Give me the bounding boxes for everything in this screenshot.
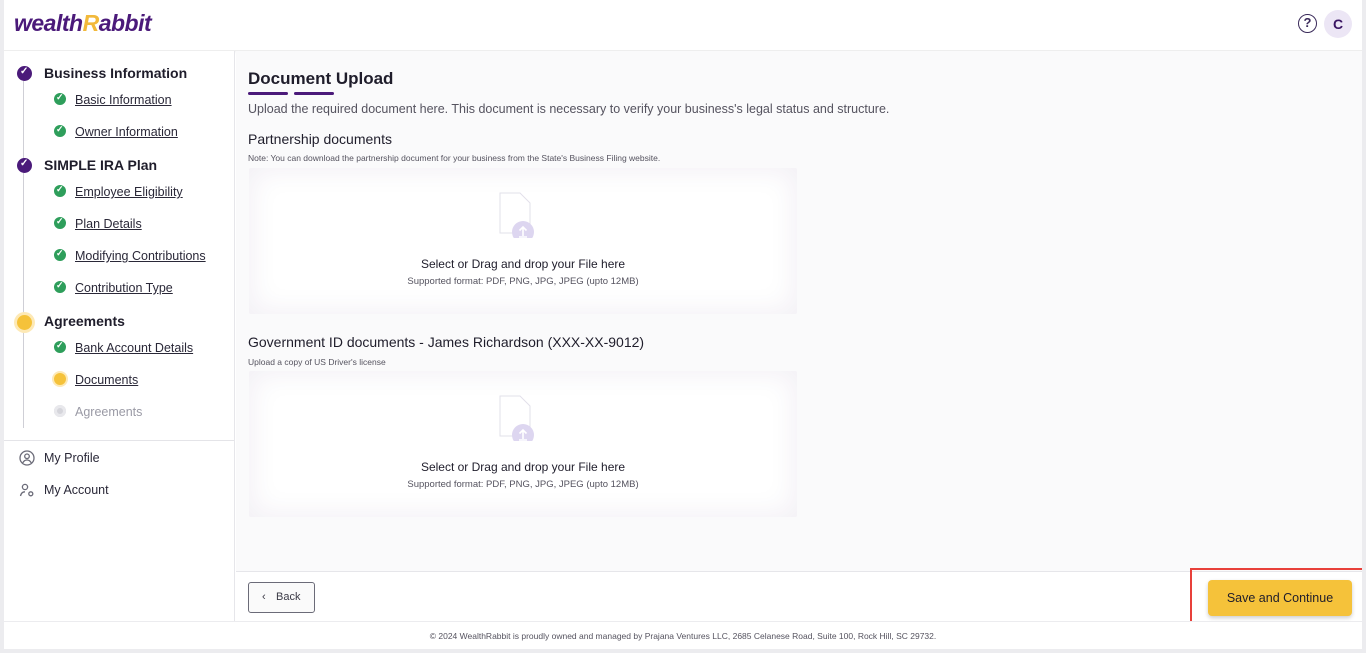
user-circle-icon: [19, 450, 35, 466]
section-done-icon: [17, 158, 32, 173]
dropzone-label: Select or Drag and drop your File here: [420, 460, 626, 474]
document-note: Note: You can download the partnership d…: [248, 153, 661, 163]
page-title: Document Upload: [248, 69, 394, 88]
step-done-icon: [54, 340, 66, 353]
chevron-left-icon: ‹: [262, 591, 266, 603]
sidebar-item-employee-eligibility[interactable]: Employee Eligibility: [75, 185, 183, 199]
file-dropzone[interactable]: Select or Drag and drop your File here S…: [249, 168, 797, 314]
wealthrabbit-logo[interactable]: wealthRabbit: [14, 10, 152, 37]
sidebar-item-owner-information[interactable]: Owner Information: [75, 125, 178, 139]
step-pending-icon: [54, 405, 66, 417]
title-underline: [294, 92, 334, 95]
save-button-label: Save and Continue: [1226, 591, 1334, 605]
step-done-icon: [54, 248, 66, 261]
title-underline: [248, 92, 288, 95]
file-upload-icon: [499, 192, 534, 238]
top-header: wealthRabbit ? C: [4, 0, 1362, 51]
step-done-icon: [54, 184, 66, 197]
progress-line: [23, 73, 24, 428]
file-dropzone[interactable]: Select or Drag and drop your File here S…: [249, 371, 797, 517]
my-profile-link[interactable]: My Profile: [44, 451, 100, 465]
step-done-icon: [54, 92, 66, 105]
document-heading: Partnership documents: [248, 131, 392, 147]
back-button-label: Back: [276, 591, 301, 603]
sidebar-item-modifying-contributions[interactable]: Modifying Contributions: [75, 249, 206, 263]
step-done-icon: [54, 216, 66, 229]
app-window: wealthRabbit ? C Business Information Ba…: [4, 0, 1362, 649]
user-avatar[interactable]: C: [1324, 10, 1352, 38]
action-bar: ‹ Back Save and Continue: [236, 568, 1362, 626]
sidebar-item-agreements: Agreements: [75, 405, 143, 419]
sidebar-item-basic-information[interactable]: Basic Information: [75, 93, 172, 107]
back-button[interactable]: ‹ Back: [248, 582, 315, 613]
section-active-icon: [17, 315, 32, 330]
section-simple-ira-plan[interactable]: SIMPLE IRA Plan: [44, 157, 157, 173]
section-done-icon: [17, 66, 32, 81]
sidebar: Business Information Basic Information O…: [4, 51, 235, 621]
save-and-continue-button[interactable]: Save and Continue: [1208, 580, 1352, 616]
step-active-icon: [54, 373, 66, 385]
help-icon[interactable]: ?: [1298, 14, 1317, 33]
document-heading: Government ID documents - James Richards…: [248, 334, 645, 350]
step-done-icon: [54, 124, 66, 137]
sidebar-item-contribution-type[interactable]: Contribution Type: [75, 281, 173, 295]
dropzone-formats: Supported format: PDF, PNG, JPG, JPEG (u…: [407, 479, 639, 490]
section-agreements[interactable]: Agreements: [44, 313, 125, 329]
my-account-link[interactable]: My Account: [44, 483, 109, 497]
dropzone-formats: Supported format: PDF, PNG, JPG, JPEG (u…: [407, 276, 639, 287]
sidebar-item-bank-account-details[interactable]: Bank Account Details: [75, 341, 193, 355]
sidebar-divider: [4, 440, 234, 441]
sidebar-item-plan-details[interactable]: Plan Details: [75, 217, 142, 231]
main-content: Document Upload Upload the required docu…: [236, 51, 1362, 571]
sidebar-item-documents[interactable]: Documents: [75, 373, 138, 387]
document-note: Upload a copy of US Driver's license: [248, 357, 386, 367]
step-done-icon: [54, 280, 66, 293]
page-description: Upload the required document here. This …: [248, 102, 890, 116]
footer: © 2024 WealthRabbit is proudly owned and…: [4, 621, 1362, 649]
user-settings-icon: [19, 482, 35, 498]
dropzone-label: Select or Drag and drop your File here: [420, 257, 626, 271]
section-business-information[interactable]: Business Information: [44, 65, 187, 81]
file-upload-icon: [499, 395, 534, 441]
